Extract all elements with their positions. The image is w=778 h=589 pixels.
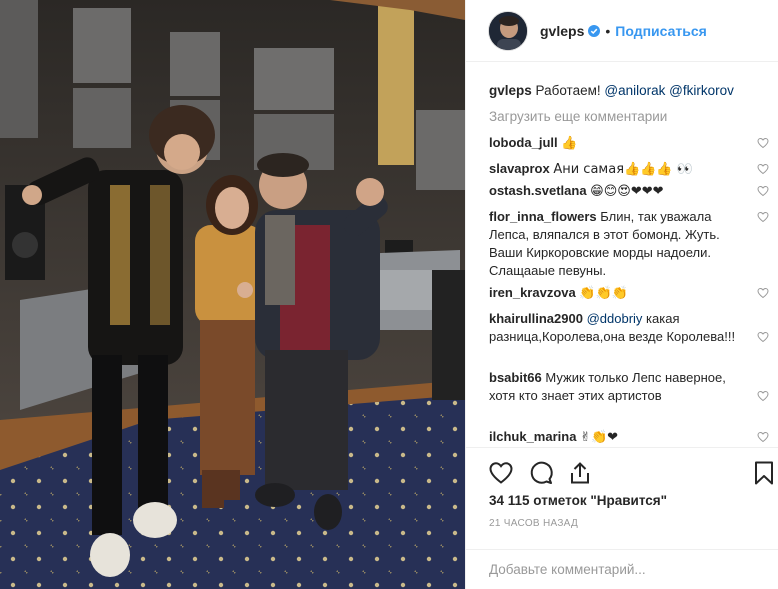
comment-username[interactable]: flor_inna_flowers (489, 209, 597, 224)
add-comment-bar (466, 549, 778, 589)
comment-item: khairullina2900 @ddobriy какая разница,К… (489, 310, 769, 346)
post-side-panel: gvleps • Подписаться gvleps Работаем! @a… (465, 0, 778, 589)
comment-item: loboda_jull 👍 (489, 134, 769, 153)
heart-outline-small-icon[interactable] (757, 390, 769, 402)
comment-text: ✌👏❤ (580, 430, 619, 445)
post-actions: 34 115 отметок "Нравится" 21 ЧАСОВ НАЗАД (466, 447, 778, 589)
caption-mention-anilorak[interactable]: @anilorak (604, 83, 665, 98)
heart-icon[interactable] (488, 460, 514, 486)
follow-button[interactable]: Подписаться (615, 23, 707, 39)
comment-item: flor_inna_flowers Блин, так уважала Лепс… (489, 208, 769, 280)
post-photo[interactable] (0, 0, 465, 589)
heart-outline-small-icon[interactable] (757, 431, 769, 443)
post-timestamp: 21 ЧАСОВ НАЗАД (489, 518, 579, 529)
comment-item: ilchuk_marina ✌👏❤ (489, 428, 769, 447)
comment-text: 👍 (561, 136, 578, 151)
comment-item: bsabit66 Мужик только Лепс наверное, хот… (489, 369, 769, 405)
avatar[interactable] (488, 10, 528, 51)
comment-username[interactable]: loboda_jull (489, 135, 558, 150)
studio-photo (0, 0, 465, 589)
caption-text: Работаем! (535, 83, 601, 98)
share-icon[interactable] (567, 460, 593, 486)
comment-username[interactable]: khairullina2900 (489, 311, 583, 326)
comment-item: iren_kravzova 👏👏👏 (489, 284, 769, 303)
comment-username[interactable]: slavaprox (489, 161, 550, 176)
comment-username[interactable]: ilchuk_marina (489, 429, 576, 444)
post-caption: gvleps Работаем! @anilorak @fkirkorov (489, 82, 734, 100)
comment-item: ostash.svetlana 😁😊😍❤❤❤ (489, 182, 769, 201)
comment-input[interactable] (489, 550, 749, 588)
verified-badge-icon (588, 24, 601, 37)
header-username[interactable]: gvleps (540, 23, 584, 39)
comment-item: slavaprox Ани самая👍👍👍 👀 (489, 160, 769, 179)
comment-text: 👏👏👏 (579, 286, 628, 301)
comment-text: Ани самая👍👍👍 👀 (553, 162, 693, 177)
comment-username[interactable]: iren_kravzova (489, 285, 576, 300)
comment-mention[interactable]: @ddobriy (587, 311, 643, 326)
heart-outline-small-icon[interactable] (757, 331, 769, 343)
load-more-comments-button[interactable]: Загрузить еще комментарии (489, 109, 667, 124)
heart-outline-small-icon[interactable] (757, 163, 769, 175)
comment-text: 😁😊😍❤❤❤ (590, 184, 664, 199)
heart-outline-small-icon[interactable] (757, 211, 769, 223)
comment-username[interactable]: bsabit66 (489, 370, 542, 385)
bookmark-icon[interactable] (751, 460, 777, 486)
heart-outline-small-icon[interactable] (757, 185, 769, 197)
post-header: gvleps • Подписаться (466, 0, 778, 62)
likes-count[interactable]: 34 115 отметок "Нравится" (489, 493, 667, 508)
avatar-image (489, 11, 527, 50)
caption-username[interactable]: gvleps (489, 83, 532, 98)
heart-outline-small-icon[interactable] (757, 287, 769, 299)
separator-dot: • (605, 22, 611, 39)
caption-mention-fkirkorov[interactable]: @fkirkorov (669, 83, 734, 98)
comment-username[interactable]: ostash.svetlana (489, 183, 587, 198)
comment-bubble-icon[interactable] (528, 460, 554, 486)
heart-outline-small-icon[interactable] (757, 137, 769, 149)
